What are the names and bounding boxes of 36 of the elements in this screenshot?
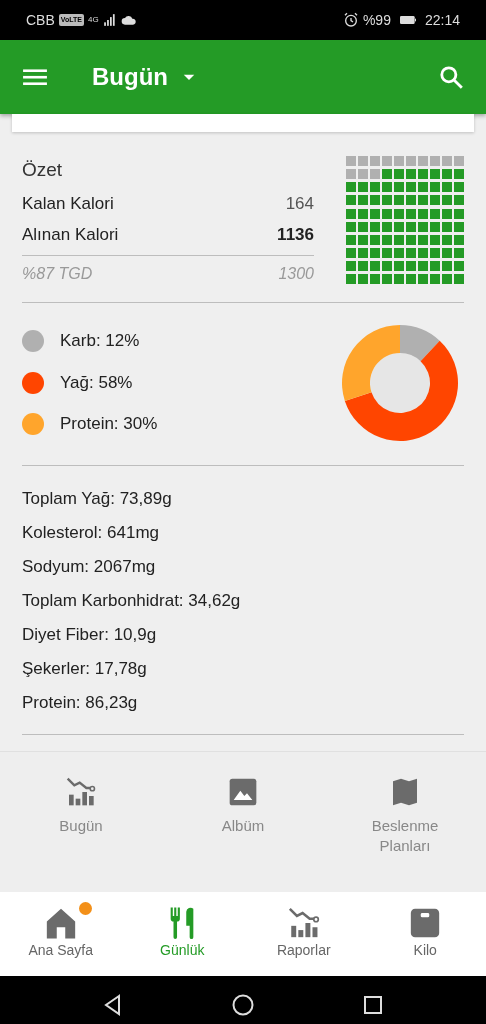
shortcut-label[interactable]: Bugün [59, 815, 103, 836]
nutrient-line: Toplam Karbonhidrat: 34,62g [22, 589, 242, 612]
goal-percent: %87 TGD [22, 263, 93, 284]
shortcut-label[interactable]: Beslenme Planları [350, 815, 460, 856]
nutrient-line: Diyet Fiber: 10,9g [22, 623, 158, 646]
shortcut-label[interactable]: Albüm [221, 815, 265, 836]
chart-icon[interactable] [65, 775, 97, 808]
search-icon[interactable] [438, 64, 464, 90]
nutrient-line: Şekerler: 17,78g [22, 657, 148, 680]
nav-tab[interactable]: Raporlar [276, 940, 331, 961]
nutrient-line: Protein: 86,23g [22, 691, 139, 714]
network-type: 4G [87, 14, 99, 26]
battery-percent: %99 [362, 10, 391, 30]
calorie-label: Alınan Kalori [22, 224, 119, 247]
legend-label: Yağ: 58% [60, 371, 133, 394]
title-dropdown[interactable]: Bugün [92, 59, 196, 95]
section-title: Özet [22, 158, 64, 182]
goal-value: 1300 [278, 263, 314, 284]
calorie-label: Kalan Kalori [22, 193, 114, 216]
carrier-name: CBB [26, 10, 55, 30]
calorie-value: 1136 [277, 224, 314, 247]
nav-tab[interactable]: Günlük [160, 940, 205, 961]
nutrient-line: Kolesterol: 641mg [22, 521, 161, 544]
nav-tab[interactable]: Ana Sayfa [28, 940, 94, 961]
clock-time: 22:14 [424, 10, 460, 30]
chart-icon[interactable] [286, 906, 321, 940]
nav-tab[interactable]: Kilo [413, 940, 437, 961]
legend-label: Karb: 12% [60, 330, 140, 353]
alarm-icon [342, 12, 359, 28]
signal-icon [102, 13, 117, 27]
nutrient-line: Toplam Yağ: 73,89g [22, 487, 173, 510]
recents-icon[interactable] [361, 993, 385, 1017]
home-button-icon[interactable] [231, 993, 255, 1017]
nutrient-line: Sodyum: 2067mg [22, 555, 157, 578]
legend-label: Protein: 30% [60, 413, 158, 436]
calorie-value: 164 [285, 193, 314, 216]
